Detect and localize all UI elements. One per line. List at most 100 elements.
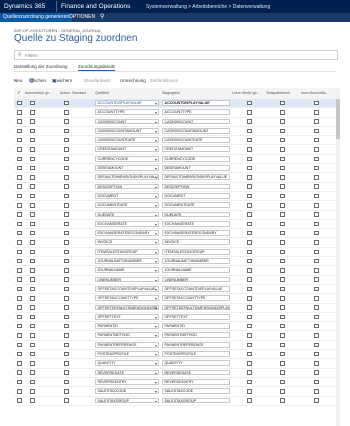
table-row[interactable]: OFFSETACCOUNTTYPE ▾ OFFSETACCOUNTTYPE [14, 294, 336, 304]
row-select-checkbox[interactable] [17, 156, 22, 162]
column-header-auto-generated[interactable]: Automatisch ge... [25, 91, 58, 95]
table-row[interactable]: SALESTAXGROUP ▾ SALESTAXGROUP [14, 397, 336, 406]
nav-breadcrumb[interactable]: Systemverwaltung > Arbeitsbereiche > Dat… [146, 4, 270, 10]
use-description-checkbox[interactable] [314, 249, 319, 255]
table-row[interactable]: ACCOUNTDISPLAYVALUE ▾ ACCOUNTDISPLAYVALUE [14, 99, 336, 109]
ignore-empty-checkbox[interactable] [247, 258, 252, 264]
text-qualifier-checkbox[interactable] [280, 147, 285, 152]
auto-generated-checkbox[interactable] [30, 370, 35, 375]
text-qualifier-checkbox[interactable] [280, 212, 285, 217]
ignore-empty-checkbox[interactable] [247, 175, 252, 180]
use-description-checkbox[interactable] [314, 286, 319, 292]
text-qualifier-checkbox[interactable] [280, 100, 285, 106]
ignore-empty-checkbox[interactable] [247, 128, 252, 134]
default-value-button[interactable]: Standardwert [84, 78, 111, 83]
use-description-checkbox[interactable] [314, 258, 319, 264]
auto-default-checkbox[interactable] [64, 147, 69, 152]
chevron-down-icon[interactable]: ▾ [155, 259, 157, 263]
table-row[interactable]: CREDITAMOUNT ▾ CREDITAMOUNT [14, 145, 336, 155]
staging-field-cell[interactable]: DEFAULTDIMENSIONDISPLAYVALUE [162, 174, 230, 181]
ignore-empty-checkbox[interactable] [247, 156, 252, 162]
auto-generated-checkbox[interactable] [30, 351, 35, 357]
source-field-select[interactable]: CASHDISCOUNTAMOUNT ▾ [95, 127, 159, 134]
row-select-checkbox[interactable] [17, 333, 22, 338]
ignore-empty-checkbox[interactable] [247, 165, 252, 171]
auto-default-checkbox[interactable] [64, 240, 69, 245]
table-row[interactable]: LINENUMBER ▾ LINENUMBER [14, 276, 336, 285]
use-description-checkbox[interactable] [314, 305, 319, 310]
use-description-checkbox[interactable] [314, 156, 319, 162]
chevron-down-icon[interactable]: ▾ [155, 315, 157, 319]
use-description-checkbox[interactable] [314, 351, 319, 357]
ignore-empty-checkbox[interactable] [247, 193, 252, 199]
table-row[interactable]: CURRENCYCODE ▾ CURRENCYCODE [14, 155, 336, 165]
row-select-checkbox[interactable] [17, 128, 22, 134]
auto-generated-checkbox[interactable] [30, 249, 35, 255]
text-qualifier-checkbox[interactable] [280, 258, 285, 264]
staging-field-cell[interactable]: EXCHANGERATESECONDARY [162, 230, 230, 236]
text-qualifier-checkbox[interactable] [280, 370, 285, 375]
table-row[interactable]: INVOICE ▾ INVOICE [14, 238, 336, 248]
chevron-down-icon[interactable]: ▾ [155, 380, 157, 384]
row-select-checkbox[interactable] [17, 240, 22, 245]
ignore-empty-checkbox[interactable] [247, 203, 252, 208]
staging-field-cell[interactable]: ACCOUNTTYPE [162, 109, 230, 116]
staging-field-cell[interactable]: OFFSETDEFAULTDIMENSIONDISPLAYVALUE [162, 304, 230, 311]
text-qualifier-checkbox[interactable] [280, 165, 285, 171]
use-description-checkbox[interactable] [314, 230, 319, 236]
text-qualifier-checkbox[interactable] [280, 277, 285, 282]
row-select-checkbox[interactable] [17, 342, 22, 348]
filter-input[interactable]: ⚲ Filtern [14, 50, 338, 60]
auto-default-checkbox[interactable] [64, 361, 69, 366]
chevron-down-icon[interactable]: ▾ [155, 250, 157, 254]
text-qualifier-checkbox[interactable] [280, 128, 285, 134]
row-select-checkbox[interactable] [17, 286, 22, 292]
row-select-checkbox[interactable] [17, 379, 22, 385]
source-field-select[interactable]: DEBITAMOUNT ▾ [95, 165, 159, 171]
staging-field-cell[interactable]: JOURNALBATCHNUMBER [162, 258, 230, 264]
auto-default-checkbox[interactable] [64, 305, 69, 310]
ignore-empty-checkbox[interactable] [247, 333, 252, 338]
source-field-select[interactable]: REVERSEENTRY ▾ [95, 378, 159, 385]
source-field-select[interactable]: DOCUMENTDATE ▾ [95, 202, 159, 209]
auto-default-checkbox[interactable] [64, 258, 69, 264]
auto-default-checkbox[interactable] [64, 165, 69, 171]
source-field-select[interactable]: PAYMENTID ▾ [95, 323, 159, 329]
text-qualifier-checkbox[interactable] [280, 110, 285, 115]
auto-default-checkbox[interactable] [64, 379, 69, 385]
row-select-checkbox[interactable] [17, 314, 22, 320]
use-description-checkbox[interactable] [314, 203, 319, 208]
auto-default-checkbox[interactable] [64, 296, 69, 301]
options-tab[interactable]: OPTIONEN [69, 13, 95, 22]
auto-generated-checkbox[interactable] [30, 379, 35, 385]
auto-generated-checkbox[interactable] [30, 184, 35, 189]
staging-field-cell[interactable]: PAYMENTMETHOD [162, 332, 230, 339]
auto-generated-checkbox[interactable] [30, 240, 35, 245]
auto-generated-checkbox[interactable] [30, 100, 35, 106]
chevron-down-icon[interactable]: ▾ [155, 129, 157, 133]
ignore-empty-checkbox[interactable] [247, 100, 252, 106]
row-select-checkbox[interactable] [17, 277, 22, 282]
source-field-select[interactable]: EXCHANGERATESECONDARY ▾ [95, 230, 159, 236]
source-field-select[interactable]: ITEMSALESTAXGROUP ▾ [95, 248, 159, 255]
chevron-down-icon[interactable]: ▾ [155, 222, 157, 226]
chevron-down-icon[interactable]: ▾ [155, 306, 157, 310]
auto-default-checkbox[interactable] [64, 221, 69, 227]
use-description-checkbox[interactable] [314, 370, 319, 375]
auto-default-checkbox[interactable] [64, 175, 69, 180]
use-description-checkbox[interactable] [314, 137, 319, 143]
auto-generated-checkbox[interactable] [30, 175, 35, 180]
chevron-down-icon[interactable]: ▾ [155, 203, 157, 207]
staging-field-cell[interactable]: OFFSETACCOUNTTYPE [162, 295, 230, 302]
column-header-ignore-empty[interactable]: Leere Werte ign... [232, 91, 262, 95]
use-description-checkbox[interactable] [314, 361, 319, 366]
search-icon[interactable]: ⚲ [100, 13, 104, 22]
chevron-down-icon[interactable]: ▾ [155, 157, 157, 161]
ignore-empty-checkbox[interactable] [247, 370, 252, 375]
auto-generated-checkbox[interactable] [30, 203, 35, 208]
row-select-checkbox[interactable] [17, 249, 22, 255]
row-select-checkbox[interactable] [17, 258, 22, 264]
auto-default-checkbox[interactable] [64, 212, 69, 217]
auto-default-checkbox[interactable] [64, 184, 69, 189]
ignore-empty-checkbox[interactable] [247, 323, 252, 329]
